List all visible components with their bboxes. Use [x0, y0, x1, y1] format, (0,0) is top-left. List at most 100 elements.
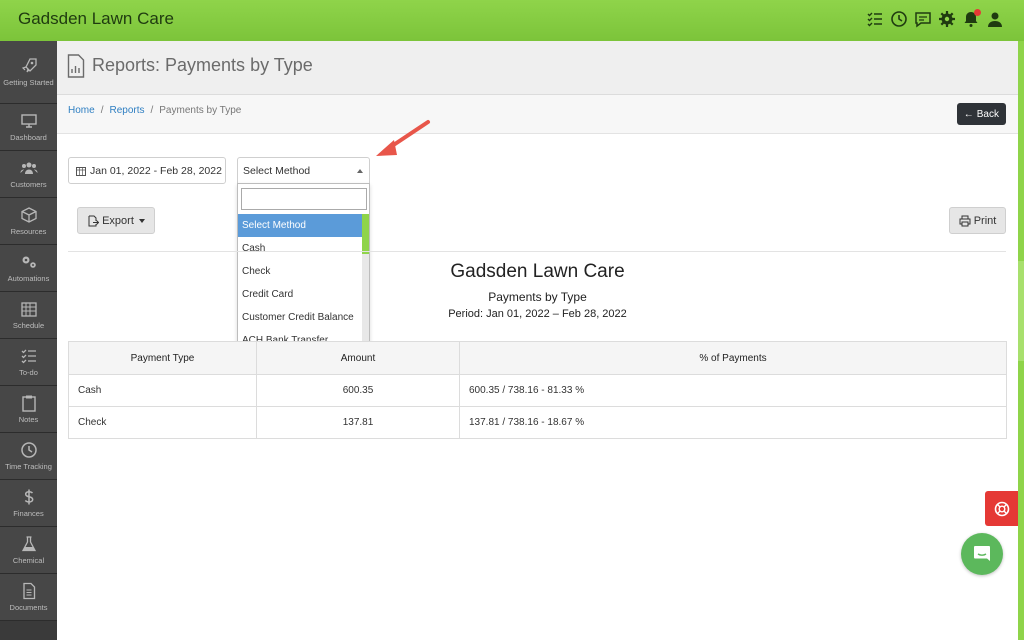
breadcrumb-separator: /: [100, 105, 104, 116]
lifebuoy-icon: [994, 501, 1009, 516]
sidebar-item-schedule[interactable]: Schedule: [0, 292, 57, 339]
bell-icon[interactable]: [962, 9, 981, 28]
right-scroll-strip[interactable]: [1018, 41, 1024, 640]
column-header-payment-type: Payment Type: [68, 341, 257, 375]
report-company-name: Gadsden Lawn Care: [450, 261, 625, 282]
sidebar-item-documents[interactable]: Documents: [0, 574, 57, 621]
sidebar-item-label: Customers: [10, 179, 47, 189]
sidebar-item-label: Finances: [13, 508, 44, 518]
breadcrumb-current: Payments by Type: [159, 105, 242, 116]
sidebar-item-notes[interactable]: Notes: [0, 386, 57, 433]
dropdown-scrollbar[interactable]: [362, 214, 369, 354]
sidebar-item-label: Chemical: [12, 555, 45, 565]
sidebar-item-label: Documents: [9, 602, 48, 612]
clipboard-icon: [21, 395, 36, 412]
sidebar-item-chemical[interactable]: Chemical: [0, 527, 57, 574]
breadcrumb-bar: Home / Reports / Payments by Type ← Back: [57, 95, 1018, 134]
payments-table: Payment Type Amount % of Payments Cash 6…: [68, 341, 1007, 439]
arrow-left-icon: ←: [963, 108, 974, 120]
calendar-icon: [76, 166, 86, 176]
dropdown-scrollbar-thumb[interactable]: [362, 214, 369, 254]
cell-payment-type: Check: [68, 406, 257, 439]
dollar-icon: [24, 489, 33, 504]
cell-percent: 137.81 / 738.16 - 18.67 %: [459, 406, 1007, 439]
printer-icon: [959, 215, 971, 227]
cell-amount: 137.81: [256, 406, 460, 439]
section-divider: [68, 251, 1006, 252]
chat-icon[interactable]: [914, 10, 932, 28]
sidebar: Getting Started Dashboard Customers Reso…: [0, 41, 57, 640]
document-icon: [22, 582, 35, 599]
payment-method-select[interactable]: Select Method: [237, 157, 370, 184]
cell-amount: 600.35: [256, 374, 460, 407]
user-icon[interactable]: [986, 10, 1004, 28]
report-period: Period: Jan 01, 2022 – Feb 28, 2022: [448, 308, 627, 320]
column-header-amount: Amount: [256, 341, 460, 375]
caret-up-icon: [357, 169, 363, 173]
flask-icon: [21, 535, 36, 551]
sidebar-item-label: Schedule: [12, 320, 45, 330]
sidebar-item-label: Notes: [18, 414, 39, 424]
report-subtitle: Payments by Type: [488, 290, 587, 304]
option-cash[interactable]: Cash: [238, 237, 363, 260]
table-row: Cash 600.35 600.35 / 738.16 - 81.33 %: [68, 374, 1007, 407]
back-button-label: Back: [976, 108, 999, 120]
sidebar-item-time-tracking[interactable]: Time Tracking: [0, 433, 57, 480]
page-scrollbar-thumb[interactable]: [1018, 261, 1024, 361]
sidebar-item-label: Time Tracking: [5, 461, 52, 471]
export-button[interactable]: Export: [77, 207, 155, 234]
live-chat-button[interactable]: [961, 533, 1003, 575]
print-button-label: Print: [973, 214, 997, 227]
box-icon: [20, 206, 37, 223]
dropdown-options: Select Method Cash Check Credit Card Cus…: [238, 214, 363, 352]
clock-icon[interactable]: [890, 10, 908, 28]
sidebar-item-label: Resources: [10, 226, 47, 236]
print-button[interactable]: Print: [949, 207, 1006, 234]
annotation-arrow-icon: [376, 120, 430, 156]
sidebar-item-label: Dashboard: [10, 132, 47, 142]
gears-icon: [22, 256, 36, 268]
table-row: Check 137.81 137.81 / 738.16 - 18.67 %: [68, 406, 1007, 439]
sidebar-item-getting-started[interactable]: Getting Started: [0, 41, 57, 104]
clock-icon: [20, 441, 37, 458]
notification-dot: [974, 9, 981, 16]
top-icons: [866, 9, 1004, 28]
export-button-label: Export: [102, 214, 134, 227]
page-header: Reports: Payments by Type: [57, 41, 1018, 95]
app-title[interactable]: Gadsden Lawn Care: [18, 9, 174, 29]
breadcrumb: Home / Reports / Payments by Type: [68, 105, 241, 116]
chat-bubble-icon: [974, 546, 990, 561]
cell-percent: 600.35 / 738.16 - 81.33 %: [459, 374, 1007, 407]
caret-down-icon: [138, 218, 145, 223]
table-header-row: Payment Type Amount % of Payments: [68, 341, 1007, 375]
sidebar-item-finances[interactable]: Finances: [0, 480, 57, 527]
date-range-value: Jan 01, 2022 - Feb 28, 2022: [90, 164, 222, 177]
gear-icon[interactable]: [938, 10, 956, 28]
page-title: Reports: Payments by Type: [92, 55, 313, 75]
sidebar-item-label: Getting Started: [3, 77, 54, 87]
dropdown-search-input[interactable]: [241, 188, 367, 210]
checklist-icon: [21, 349, 36, 363]
sidebar-item-automations[interactable]: Automations: [0, 245, 57, 292]
sidebar-item-dashboard[interactable]: Dashboard: [0, 104, 57, 151]
cell-payment-type: Cash: [68, 374, 257, 407]
column-header-percent: % of Payments: [459, 341, 1007, 375]
sidebar-item-to-do[interactable]: To-do: [0, 339, 57, 386]
users-icon: [20, 162, 37, 174]
sidebar-item-label: To-do: [19, 367, 38, 377]
breadcrumb-home[interactable]: Home: [68, 105, 95, 116]
date-range-picker[interactable]: Jan 01, 2022 - Feb 28, 2022: [68, 157, 226, 184]
breadcrumb-reports[interactable]: Reports: [109, 105, 144, 116]
calendar-icon: [20, 301, 37, 317]
todo-list-icon[interactable]: [866, 10, 884, 28]
help-button[interactable]: [985, 491, 1018, 526]
sidebar-item-resources[interactable]: Resources: [0, 198, 57, 245]
back-button[interactable]: ← Back: [956, 103, 1006, 125]
top-bar: Gadsden Lawn Care: [0, 0, 1024, 41]
option-select-method[interactable]: Select Method: [238, 214, 363, 237]
breadcrumb-separator: /: [150, 105, 154, 116]
sidebar-item-customers[interactable]: Customers: [0, 151, 57, 198]
export-file-icon: [87, 215, 100, 227]
payment-method-selected: Select Method: [243, 164, 311, 177]
monitor-icon: [20, 113, 37, 128]
